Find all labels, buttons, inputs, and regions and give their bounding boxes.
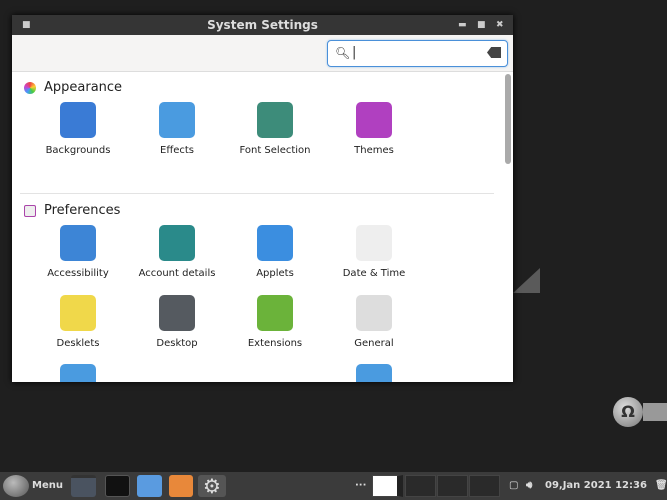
backgrounds-icon (60, 102, 96, 138)
settings-item[interactable]: Desktop (127, 295, 227, 349)
item-label: Accessibility (47, 268, 109, 279)
settings-item[interactable]: Desklets (28, 295, 128, 349)
clock[interactable]: 09,Jan 2021 12:36 (545, 480, 647, 491)
item-label: Desklets (56, 338, 100, 349)
desktop-logo-text (643, 403, 667, 421)
workspace-3[interactable] (437, 475, 468, 497)
clock-icon (356, 225, 392, 261)
settings-item[interactable] (127, 364, 227, 382)
window-title: System Settings (207, 18, 318, 32)
settings-item[interactable]: Extensions (225, 295, 325, 349)
partial-item-icon (356, 364, 392, 382)
settings-item[interactable]: Account details (127, 225, 227, 279)
menu-button[interactable]: Menu (32, 480, 63, 491)
search-icon: 🔍︎ (335, 46, 351, 60)
settings-item[interactable]: Backgrounds (28, 102, 128, 156)
divider (20, 193, 494, 194)
firefox-icon[interactable] (169, 475, 193, 497)
effects-icon (159, 102, 195, 138)
item-label: Extensions (247, 338, 303, 349)
item-label: Backgrounds (45, 145, 111, 156)
show-desktop-icon[interactable] (71, 475, 96, 497)
system-settings-window: ■ System Settings ▬ ■ ✖ 🔍︎ | Appearance … (12, 15, 513, 382)
item-label: Account details (138, 268, 216, 279)
volume-icon[interactable]: 🔊︎ (526, 480, 532, 491)
more-icon[interactable]: ··· (355, 480, 366, 491)
desklets-icon (60, 295, 96, 331)
search-input[interactable]: 🔍︎ | (327, 40, 508, 67)
item-label: Applets (256, 268, 294, 279)
item-label: Desktop (156, 338, 198, 349)
settings-content: Appearance Preferences Backgrounds Effect… (12, 72, 513, 382)
settings-item[interactable]: Font Selection (225, 102, 325, 156)
text-cursor: | (352, 45, 357, 60)
settings-item[interactable] (28, 364, 128, 382)
settings-item[interactable] (225, 364, 325, 382)
desktop-logo: Ω (613, 397, 643, 427)
appearance-icon (24, 81, 36, 94)
taskbar: Menu ⚙ ··· ▢ 🔊︎ 09,Jan 2021 12:36 🗑︎ (0, 472, 667, 500)
settings-item[interactable]: Effects (127, 102, 227, 156)
desktop-decoration (513, 268, 540, 293)
section-preferences: Preferences (24, 203, 120, 218)
item-label: Font Selection (239, 145, 311, 156)
workspace-4[interactable] (469, 475, 500, 497)
section-title: Appearance (44, 80, 123, 95)
minimize-button[interactable]: ▬ (458, 15, 467, 35)
settings-item[interactable]: General (324, 295, 424, 349)
scrollbar[interactable] (505, 74, 511, 164)
clear-icon[interactable] (487, 47, 501, 58)
menu-icon[interactable] (3, 475, 29, 497)
account-details-icon (159, 225, 195, 261)
partial-item-icon (257, 364, 293, 382)
settings-item[interactable]: Themes (324, 102, 424, 156)
partial-item-icon (60, 364, 96, 382)
themes-icon (356, 102, 392, 138)
settings-item[interactable]: Accessibility (28, 225, 128, 279)
window-menu-button[interactable]: ■ (22, 15, 31, 35)
title-bar: ■ System Settings ▬ ■ ✖ (12, 15, 513, 35)
desktop-icon (159, 295, 195, 331)
font-selection-icon (257, 102, 293, 138)
section-appearance: Appearance (24, 80, 122, 95)
section-title: Preferences (44, 203, 121, 218)
extensions-icon (257, 295, 293, 331)
trash-icon[interactable]: 🗑︎ (655, 480, 667, 491)
applets-icon (257, 225, 293, 261)
partial-item-icon (159, 364, 195, 382)
settings-item[interactable]: Applets (225, 225, 325, 279)
toolbar: 🔍︎ | (12, 35, 513, 72)
terminal-icon[interactable] (105, 475, 130, 497)
preferences-icon (24, 204, 36, 217)
item-label: Date & Time (342, 268, 406, 279)
settings-item[interactable] (324, 364, 424, 382)
item-label: Themes (354, 145, 394, 156)
general-icon (356, 295, 392, 331)
accessibility-icon (60, 225, 96, 261)
file-manager-icon[interactable] (137, 475, 162, 497)
workspace-2[interactable] (405, 475, 436, 497)
notifications-icon[interactable]: ▢ (509, 480, 518, 491)
settings-item[interactable]: Date & Time (324, 225, 424, 279)
close-button[interactable]: ✖ (496, 15, 504, 35)
workspace-1[interactable] (372, 475, 403, 497)
item-label: General (354, 338, 394, 349)
maximize-button[interactable]: ■ (477, 15, 486, 35)
item-label: Effects (160, 145, 194, 156)
settings-gear-icon[interactable]: ⚙ (198, 475, 226, 497)
